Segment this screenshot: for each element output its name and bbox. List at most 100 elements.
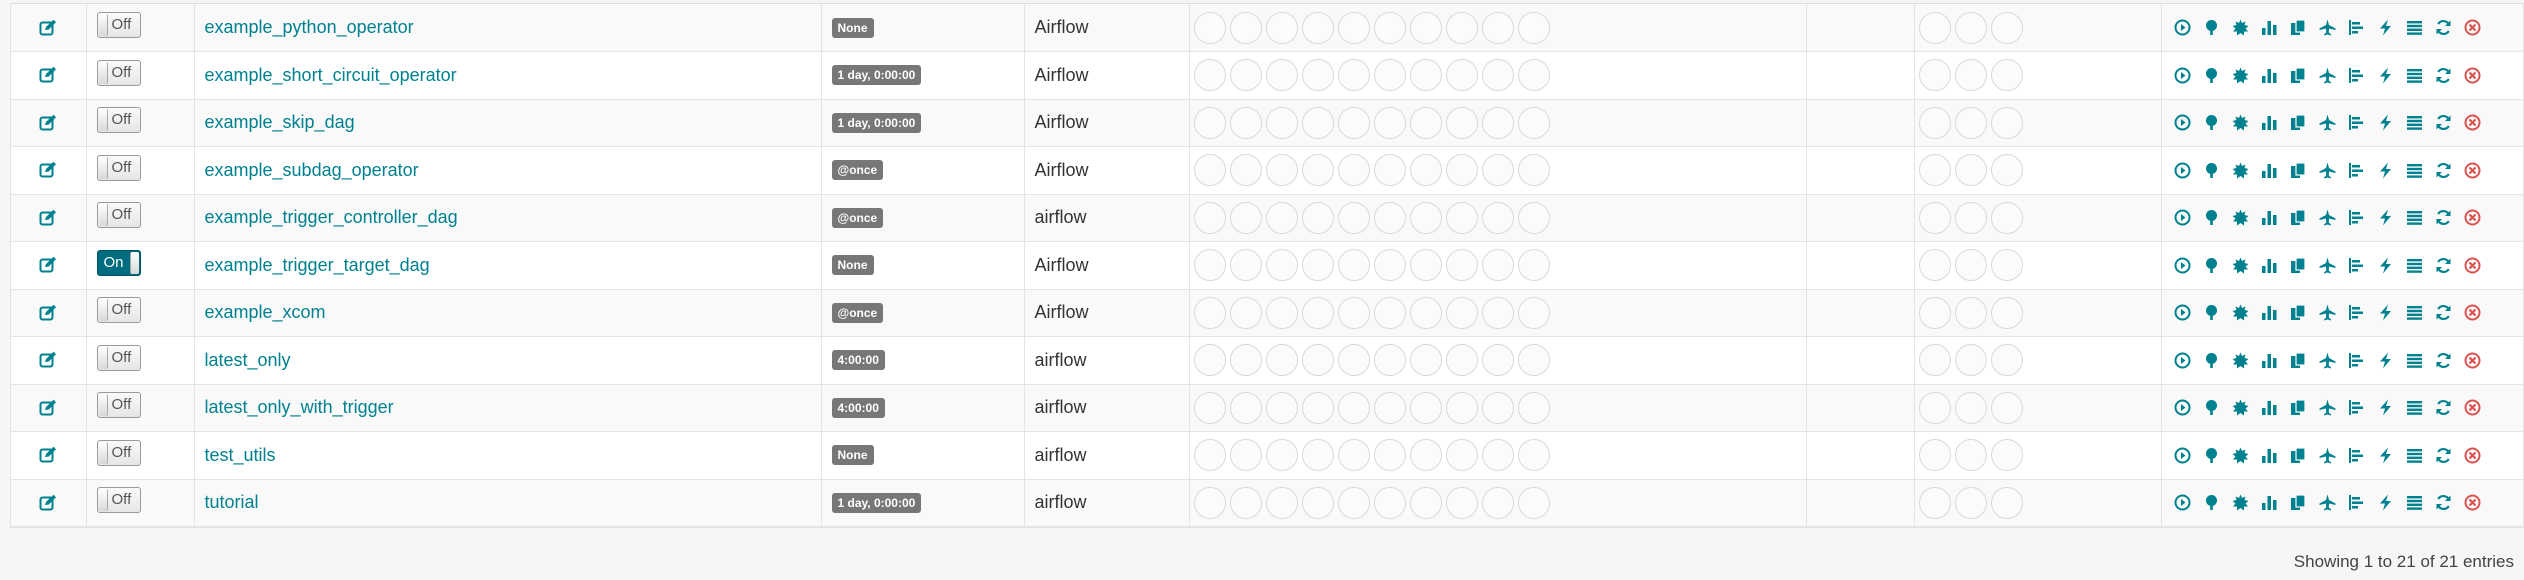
task-state-circle[interactable] [1409,344,1442,377]
tree-view-icon[interactable] [2203,19,2220,36]
dag-name-link[interactable]: example_trigger_controller_dag [205,207,458,227]
task-state-circle[interactable] [1409,201,1442,234]
task-duration-icon[interactable] [2261,209,2278,226]
schedule-badge[interactable]: None [831,445,874,466]
landing-times-icon[interactable] [2319,19,2336,36]
refresh-icon[interactable] [2435,399,2452,416]
graph-view-icon[interactable] [2232,114,2249,131]
task-state-circle[interactable] [1229,486,1262,519]
task-state-circle[interactable] [1445,11,1478,44]
task-tries-icon[interactable] [2290,19,2307,36]
graph-view-icon[interactable] [2232,352,2249,369]
trigger-dag-icon[interactable] [2174,257,2191,274]
task-state-circle[interactable] [1337,11,1370,44]
dag-run-circle[interactable] [1990,486,2023,519]
task-state-circle[interactable] [1337,249,1370,282]
schedule-badge[interactable]: @once [831,302,884,323]
task-tries-icon[interactable] [2290,494,2307,511]
code-view-icon[interactable] [2377,114,2394,131]
task-state-circle[interactable] [1517,296,1550,329]
task-state-circle[interactable] [1337,59,1370,92]
task-tries-icon[interactable] [2290,161,2307,179]
task-state-circle[interactable] [1337,154,1370,187]
delete-dag-icon[interactable] [2464,494,2481,511]
delete-dag-icon[interactable] [2464,257,2481,274]
dag-run-circle[interactable] [1990,439,2023,472]
schedule-badge[interactable]: 1 day, 0:00:00 [831,65,922,86]
task-tries-icon[interactable] [2290,114,2307,131]
task-state-circle[interactable] [1517,11,1550,44]
schedule-badge[interactable]: None [831,255,874,276]
code-view-icon[interactable] [2377,162,2394,179]
task-tries-icon[interactable] [2290,446,2307,464]
code-view-icon[interactable] [2377,494,2394,511]
dag-run-circle[interactable] [1990,201,2023,234]
landing-times-icon[interactable] [2319,304,2336,321]
task-state-circle[interactable] [1265,439,1298,472]
task-state-circle[interactable] [1481,439,1514,472]
gantt-icon[interactable] [2348,447,2365,464]
task-state-circle[interactable] [1265,296,1298,329]
gantt-icon[interactable] [2348,352,2365,369]
dag-run-circle[interactable] [1918,106,1951,139]
task-state-circle[interactable] [1337,344,1370,377]
dag-toggle[interactable]: Off [96,202,141,229]
trigger-dag-icon[interactable] [2174,304,2191,321]
task-state-circle[interactable] [1409,486,1442,519]
dag-run-circle[interactable] [1918,391,1951,424]
task-state-circle[interactable] [1373,201,1406,234]
edit-icon[interactable] [11,351,86,369]
task-duration-icon[interactable] [2261,162,2278,179]
gantt-icon[interactable] [2348,304,2365,321]
dag-run-circle[interactable] [1954,296,1987,329]
task-state-circle[interactable] [1265,154,1298,187]
logs-icon[interactable] [2406,67,2423,84]
task-state-circle[interactable] [1481,296,1514,329]
delete-dag-icon[interactable] [2464,162,2481,179]
task-state-circle[interactable] [1517,391,1550,424]
dag-name-link[interactable]: latest_only_with_trigger [205,397,394,417]
schedule-badge[interactable]: @once [831,207,884,228]
edit-icon[interactable] [11,209,86,227]
edit-icon[interactable] [11,304,86,322]
task-state-circle[interactable] [1229,296,1262,329]
dag-run-circle[interactable] [1918,486,1951,519]
edit-icon[interactable] [11,446,86,464]
dag-toggle[interactable]: Off [96,487,141,514]
task-state-circle[interactable] [1265,391,1298,424]
refresh-icon[interactable] [2435,494,2452,511]
task-duration-icon[interactable] [2261,352,2278,369]
task-state-circle[interactable] [1229,201,1262,234]
refresh-icon[interactable] [2435,447,2452,464]
task-tries-icon[interactable] [2290,209,2307,226]
task-state-circle[interactable] [1481,106,1514,139]
dag-toggle[interactable]: Off [96,297,141,324]
trigger-dag-icon[interactable] [2174,67,2191,84]
task-state-circle[interactable] [1229,391,1262,424]
dag-run-circle[interactable] [1954,344,1987,377]
graph-view-icon[interactable] [2232,67,2249,84]
task-state-circle[interactable] [1517,154,1550,187]
task-state-circle[interactable] [1409,59,1442,92]
logs-icon[interactable] [2406,399,2423,416]
task-state-circle[interactable] [1265,344,1298,377]
task-state-circle[interactable] [1265,486,1298,519]
task-state-circle[interactable] [1193,59,1226,92]
landing-times-icon[interactable] [2319,114,2336,131]
task-state-circle[interactable] [1337,296,1370,329]
task-duration-icon[interactable] [2261,494,2278,511]
refresh-icon[interactable] [2435,257,2452,274]
gantt-icon[interactable] [2348,19,2365,36]
task-state-circle[interactable] [1481,59,1514,92]
task-state-circle[interactable] [1301,201,1334,234]
task-state-circle[interactable] [1337,106,1370,139]
logs-icon[interactable] [2406,19,2423,36]
logs-icon[interactable] [2406,209,2423,226]
gantt-icon[interactable] [2348,494,2365,511]
task-state-circle[interactable] [1409,249,1442,282]
logs-icon[interactable] [2406,162,2423,179]
refresh-icon[interactable] [2435,304,2452,321]
task-state-circle[interactable] [1409,11,1442,44]
code-view-icon[interactable] [2377,67,2394,84]
tree-view-icon[interactable] [2203,304,2220,321]
